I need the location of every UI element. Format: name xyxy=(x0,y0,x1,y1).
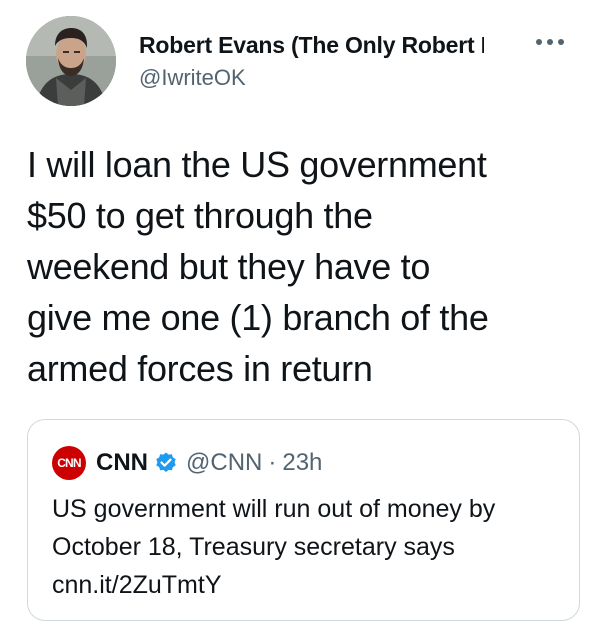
verified-badge-icon xyxy=(154,451,178,475)
quoted-tweet-header: CNN CNN @CNN · 23h xyxy=(52,446,322,480)
quoted-author-handle[interactable]: @CNN xyxy=(186,449,262,477)
separator-dot: · xyxy=(268,449,277,476)
tweet-author: Robert Evans (The Only Robert Evans) @Iw… xyxy=(139,30,484,93)
quoted-author-name[interactable]: CNN xyxy=(96,449,148,477)
author-handle[interactable]: @IwriteOK xyxy=(139,63,484,93)
quoted-tweet-time[interactable]: 23h xyxy=(282,449,322,477)
cnn-avatar[interactable]: CNN xyxy=(52,446,86,480)
quoted-link[interactable]: cnn.it/2ZuTmtY xyxy=(52,566,572,604)
tweet-text-line: weekend but they have to xyxy=(27,246,431,287)
author-display-name[interactable]: Robert Evans (The Only Robert Evans) xyxy=(139,30,484,60)
tweet-text: I will loan the US government $50 to get… xyxy=(27,139,587,394)
cnn-logo-text: CNN xyxy=(57,456,81,470)
quoted-tweet-text: US government will run out of money by O… xyxy=(52,490,572,604)
quoted-tweet[interactable]: CNN CNN @CNN · 23h US government will ru… xyxy=(27,419,580,621)
avatar[interactable] xyxy=(26,16,116,106)
more-options-icon[interactable] xyxy=(530,30,570,54)
tweet-text-line: $50 to get through the xyxy=(27,195,373,236)
tweet: Robert Evans (The Only Robert Evans) @Iw… xyxy=(0,0,599,641)
tweet-text-line: armed forces in return xyxy=(27,348,373,389)
tweet-text-line: I will loan the US government xyxy=(27,144,487,185)
tweet-text-line: give me one (1) branch of the xyxy=(27,297,489,338)
quoted-text-line: October 18, Treasury secretary says xyxy=(52,533,455,561)
quoted-text-line: US government will run out of money by xyxy=(52,495,496,523)
